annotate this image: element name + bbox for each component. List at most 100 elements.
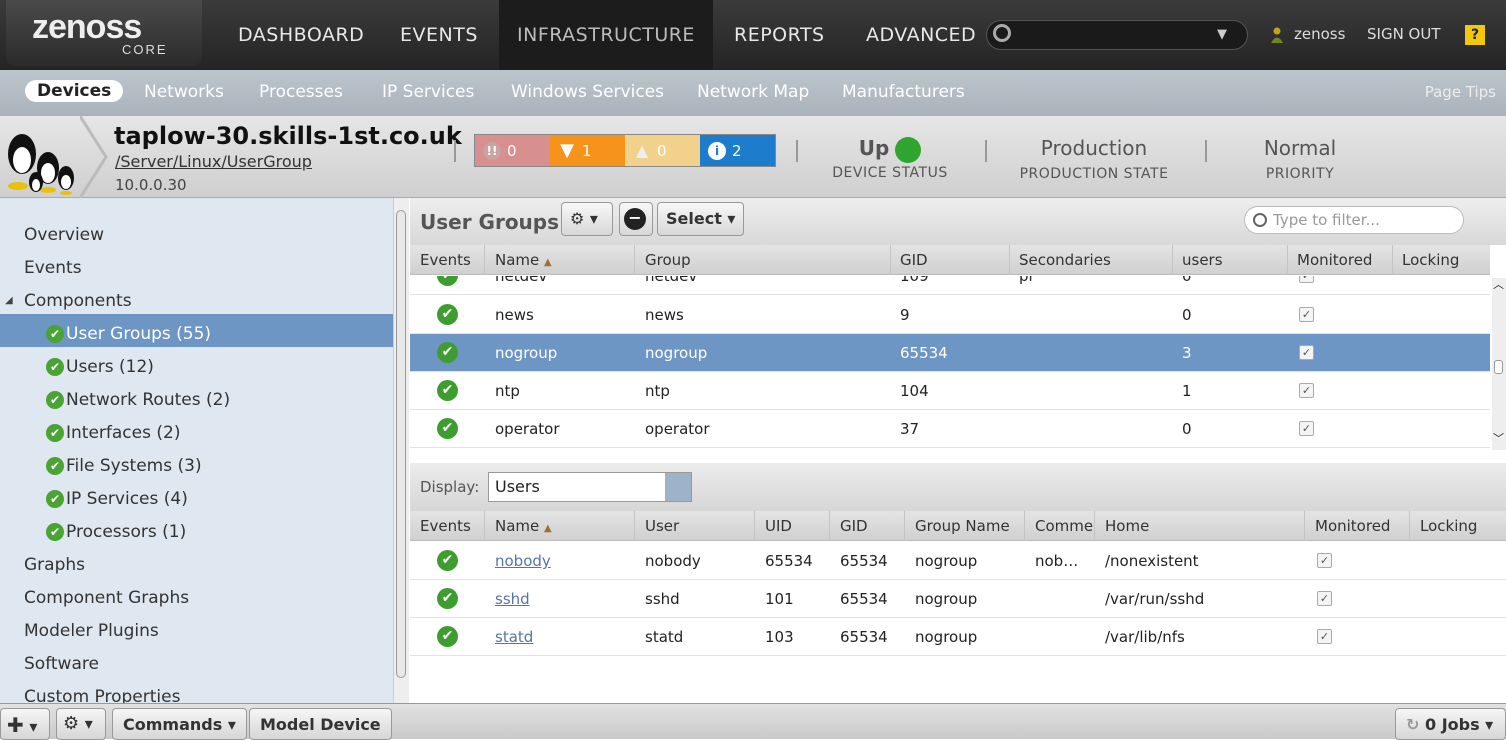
warning-count: 0	[657, 141, 667, 160]
display-select[interactable]: Users	[488, 472, 692, 502]
grid-scrollbar[interactable]: ︿ ﹀	[1492, 278, 1506, 450]
monitored-checkbox[interactable]: ✓	[1317, 629, 1332, 644]
sidebar-item-label: Interfaces (2)	[66, 423, 181, 443]
subnav-devices[interactable]: Devices	[25, 80, 124, 102]
nav-advanced[interactable]: ADVANCED	[848, 0, 994, 70]
sign-out-link[interactable]: SIGN OUT	[1367, 25, 1441, 43]
search-input[interactable]: ▼	[986, 20, 1248, 50]
sidebar-item-users[interactable]: ✔ Users (12)	[46, 357, 154, 377]
subnav-network-map[interactable]: Network Map	[697, 82, 809, 102]
zenoss-logo[interactable]: zenoss CORE	[6, 0, 202, 66]
event-warning[interactable]: ▲ 0	[625, 135, 700, 166]
model-device-button[interactable]: Model Device	[249, 708, 392, 740]
error-count: 1	[582, 141, 592, 160]
jobs-button[interactable]: ↻ 0 Jobs ▾	[1395, 708, 1506, 740]
select-menu-button[interactable]: Select ▾	[657, 202, 745, 236]
sidebar-item-processors[interactable]: ✔ Processors (1)	[46, 522, 186, 542]
sidebar-item-network-routes[interactable]: ✔ Network Routes (2)	[46, 390, 230, 410]
nav-reports[interactable]: REPORTS	[716, 0, 843, 70]
event-rainbow[interactable]: !! 0 ▼ 1 ▲ 0 i2	[474, 134, 776, 167]
scroll-thumb[interactable]	[396, 210, 406, 678]
sidebar-item-user-groups[interactable]: ✔ User Groups (55)	[46, 324, 211, 344]
sidebar-item-graphs[interactable]: Graphs	[24, 555, 85, 575]
bottom-toolbar: ✚ ▾ ⚙ ▾ Commands ▾ Model Device ↻ 0 Jobs…	[0, 703, 1506, 740]
username[interactable]: zenoss	[1294, 25, 1345, 43]
expand-triangle-icon[interactable]: ◢	[5, 295, 13, 306]
subnav-networks[interactable]: Networks	[144, 82, 224, 102]
sidebar-item-modeler-plugins[interactable]: Modeler Plugins	[24, 621, 159, 641]
sidebar-scrollbar[interactable]	[393, 198, 409, 703]
table-row[interactable]: ✔ nobody nobody 65534 65534 nogroup nob……	[410, 542, 1506, 580]
filter-input[interactable]: Type to filter...	[1244, 206, 1464, 234]
cell-name-link[interactable]: nobody	[495, 552, 551, 570]
commands-button[interactable]: Commands ▾	[112, 708, 247, 740]
gear-menu-button[interactable]: ⚙ ▾	[561, 202, 613, 236]
cell-group: nogroup	[645, 344, 708, 362]
minus-circle-icon: −	[624, 208, 646, 230]
sidebar-item-overview[interactable]: Overview	[24, 225, 104, 245]
monitored-checkbox[interactable]: ✓	[1299, 421, 1314, 436]
nav-events[interactable]: EVENTS	[382, 0, 496, 70]
check-icon: ✔	[46, 490, 64, 508]
monitored-checkbox[interactable]: ✓	[1299, 307, 1314, 322]
event-error[interactable]: ▼ 1	[550, 135, 625, 166]
sidebar-item-events[interactable]: Events	[24, 258, 82, 278]
chevron-down-icon[interactable]: ▼	[1217, 27, 1227, 42]
monitored-checkbox[interactable]: ✓	[1299, 276, 1314, 283]
table-row-selected[interactable]: ✔ nogroup nogroup 65534 3 ✓	[410, 334, 1490, 372]
display-label: Display:	[420, 478, 480, 496]
cell-gid: 65534	[900, 344, 948, 362]
subnav-processes[interactable]: Processes	[259, 82, 343, 102]
sidebar-item-components[interactable]: Components	[24, 291, 132, 311]
subnav-ip-services[interactable]: IP Services	[382, 82, 474, 102]
monitored-checkbox[interactable]: ✓	[1299, 345, 1314, 360]
table-row[interactable]: ✔ netdev netdev 109 pi 0 ✓	[410, 276, 1490, 295]
table-row[interactable]: ✔ news news 9 0 ✓	[410, 296, 1490, 334]
power-icon	[895, 136, 922, 163]
nav-dashboard[interactable]: DASHBOARD	[220, 0, 382, 70]
help-icon[interactable]: ?	[1465, 25, 1485, 45]
monitored-checkbox[interactable]: ✓	[1317, 591, 1332, 606]
check-icon: ✔	[437, 304, 458, 325]
table-row[interactable]: ✔ statd statd 103 65534 nogroup /var/lib…	[410, 618, 1506, 656]
plus-icon: ✚	[7, 713, 24, 737]
check-icon: ✔	[46, 424, 64, 442]
sidebar-item-label: Network Routes (2)	[66, 390, 231, 410]
subnav-manufacturers[interactable]: Manufacturers	[842, 82, 965, 102]
cell-gid: 109	[900, 276, 929, 285]
actions-menu-button[interactable]: ⚙ ▾	[56, 708, 106, 740]
sidebar-item-label: IP Services (4)	[66, 489, 188, 509]
device-class-link[interactable]: /Server/Linux/UserGroup	[115, 152, 312, 171]
monitored-checkbox[interactable]: ✓	[1317, 553, 1332, 568]
display-value: Users	[495, 477, 540, 496]
table-row[interactable]: ✔ ntp ntp 104 1 ✓	[410, 372, 1490, 410]
event-info[interactable]: i2	[700, 135, 775, 166]
cell-gid: 65534	[840, 628, 888, 646]
cell-name-link[interactable]: sshd	[495, 590, 530, 608]
cell-name: ntp	[495, 382, 520, 400]
cell-group-name: nogroup	[915, 552, 978, 570]
check-icon: ✔	[437, 626, 458, 647]
cell-home: /var/run/sshd	[1105, 590, 1205, 608]
sidebar-item-ip-services[interactable]: ✔ IP Services (4)	[46, 489, 188, 509]
chevron-down-icon[interactable]	[665, 473, 691, 501]
sidebar-item-component-graphs[interactable]: Component Graphs	[24, 588, 189, 608]
sidebar-item-file-systems[interactable]: ✔ File Systems (3)	[46, 456, 202, 476]
subnav-windows-services[interactable]: Windows Services	[511, 82, 664, 102]
scroll-up-icon[interactable]: ︿	[1493, 276, 1504, 292]
event-critical[interactable]: !! 0	[475, 135, 550, 166]
cell-name-link[interactable]: statd	[495, 628, 533, 646]
divider	[985, 140, 987, 162]
sidebar-item-interfaces[interactable]: ✔ Interfaces (2)	[46, 423, 180, 443]
monitored-checkbox[interactable]: ✓	[1299, 383, 1314, 398]
page-tips-link[interactable]: Page Tips	[1425, 83, 1496, 101]
sidebar-item-software[interactable]: Software	[24, 654, 99, 674]
add-button[interactable]: ✚ ▾	[0, 708, 50, 740]
scroll-down-icon[interactable]: ﹀	[1493, 430, 1504, 446]
nav-infrastructure[interactable]: INFRASTRUCTURE	[499, 0, 713, 70]
table-row[interactable]: ✔ operator operator 37 0 ✓	[410, 410, 1490, 448]
col-name-label: Name	[495, 251, 540, 269]
scroll-thumb[interactable]	[1494, 360, 1503, 374]
table-row[interactable]: ✔ sshd sshd 101 65534 nogroup /var/run/s…	[410, 580, 1506, 618]
delete-button[interactable]: −	[619, 202, 653, 236]
